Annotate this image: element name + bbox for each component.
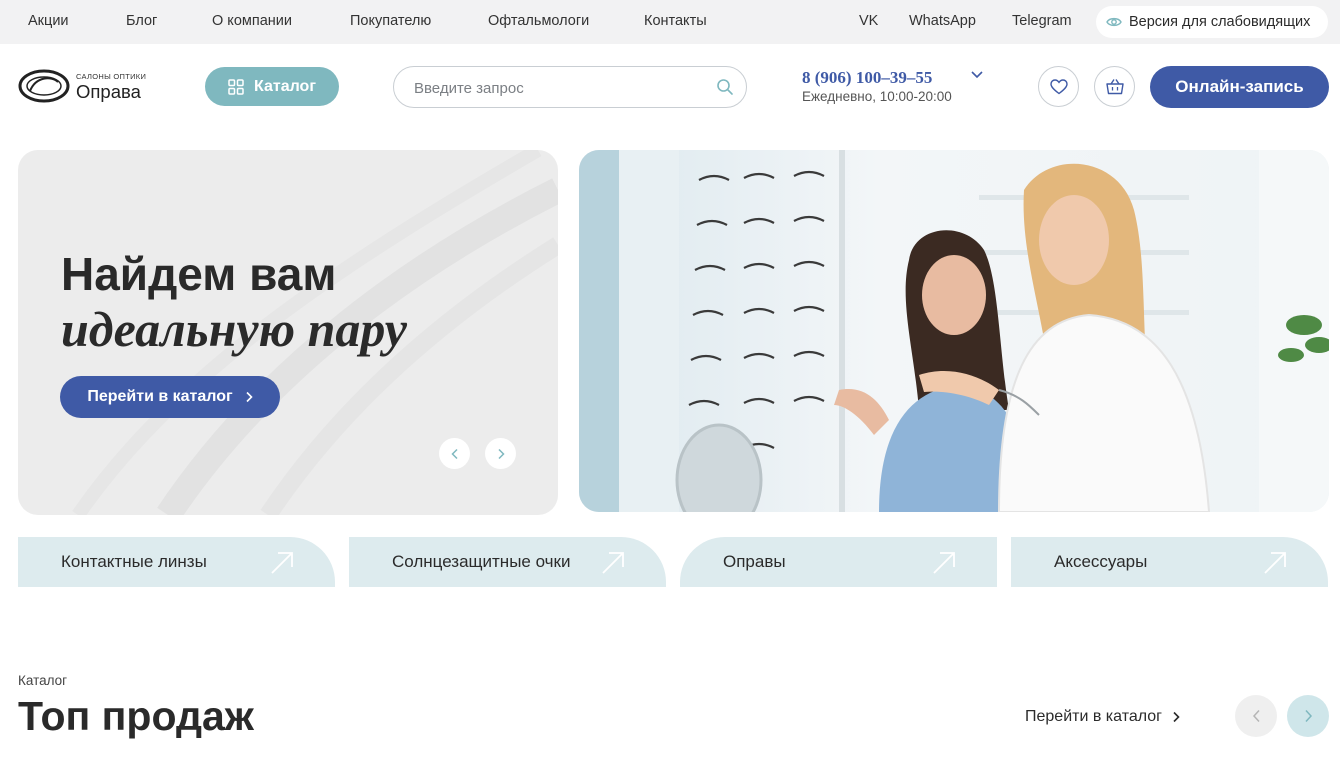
section-catalog-link-label: Перейти в каталог xyxy=(1025,708,1162,725)
hero-catalog-button-label: Перейти в каталог xyxy=(87,388,233,405)
carousel-next-button[interactable] xyxy=(1287,695,1329,737)
chevron-left-icon xyxy=(1252,709,1260,723)
nav-link-about[interactable]: О компании xyxy=(212,13,292,29)
nav-link-customers[interactable]: Покупателю xyxy=(350,13,431,29)
favorites-button[interactable] xyxy=(1038,66,1079,107)
arrow-up-right-icon xyxy=(271,552,293,574)
hero-photo xyxy=(579,150,1329,512)
top-bar: Акции Блог О компании Покупателю Офтальм… xyxy=(0,0,1340,44)
hero-next-button[interactable] xyxy=(485,438,516,469)
search-input[interactable] xyxy=(414,77,704,99)
category-label: Аксессуары xyxy=(1054,552,1148,571)
category-sunglasses[interactable]: Солнцезащитные очки xyxy=(349,537,666,587)
logo-emblem xyxy=(18,69,70,103)
cart-button[interactable] xyxy=(1094,66,1135,107)
category-label: Контактные линзы xyxy=(61,552,207,571)
arrow-up-right-icon xyxy=(1264,552,1286,574)
social-link-telegram[interactable]: Telegram xyxy=(1012,13,1072,29)
hero-title-italic: идеальную пару xyxy=(61,301,407,357)
basket-icon xyxy=(1105,79,1124,95)
chevron-right-icon xyxy=(497,448,505,459)
carousel-prev-button[interactable] xyxy=(1235,695,1277,737)
logo[interactable]: САЛОНЫ ОПТИКИ Оправа xyxy=(18,66,158,106)
category-label: Оправы xyxy=(723,552,786,571)
chevron-down-icon[interactable] xyxy=(970,70,984,80)
chevron-right-icon xyxy=(1304,709,1312,723)
arrow-up-right-icon xyxy=(602,552,624,574)
social-link-vk[interactable]: VK xyxy=(859,13,878,29)
arrow-up-right-icon xyxy=(933,552,955,574)
phone-number[interactable]: 8 (906) 100–39–55 xyxy=(802,68,932,88)
optician-photo xyxy=(579,150,1329,512)
grid-icon xyxy=(228,78,244,95)
hero-prev-button[interactable] xyxy=(439,438,470,469)
search-icon[interactable] xyxy=(716,78,734,96)
hero-banner: Найдем вам идеальную пару Перейти в ката… xyxy=(18,150,558,515)
logo-title: Оправа xyxy=(76,81,141,102)
eye-icon xyxy=(1106,17,1122,27)
section-label: Каталог xyxy=(18,673,68,688)
nav-link-ophthalmologists[interactable]: Офтальмологи xyxy=(488,13,589,29)
category-contact-lenses[interactable]: Контактные линзы xyxy=(18,537,335,587)
chevron-right-icon xyxy=(246,391,253,403)
category-accessories[interactable]: Аксессуары xyxy=(1011,537,1328,587)
heart-icon xyxy=(1049,78,1068,94)
nav-link-blog[interactable]: Блог xyxy=(126,13,157,29)
working-hours: Ежедневно, 10:00-20:00 xyxy=(802,89,952,104)
chevron-left-icon xyxy=(450,448,458,459)
category-frames[interactable]: Оправы xyxy=(680,537,997,587)
chevron-right-icon xyxy=(1173,711,1180,723)
logo-subtitle: САЛОНЫ ОПТИКИ xyxy=(76,72,147,81)
social-link-whatsapp[interactable]: WhatsApp xyxy=(909,13,976,29)
catalog-button[interactable]: Каталог xyxy=(205,67,339,106)
hero-catalog-button[interactable]: Перейти в каталог xyxy=(60,376,280,418)
low-vision-label: Версия для слабовидящих xyxy=(1129,14,1311,30)
catalog-button-label: Каталог xyxy=(254,77,316,95)
nav-link-promotions[interactable]: Акции xyxy=(28,13,69,29)
low-vision-button[interactable]: Версия для слабовидящих xyxy=(1096,6,1328,38)
category-label: Солнцезащитные очки xyxy=(392,552,571,571)
section-catalog-link[interactable]: Перейти в каталог xyxy=(1025,708,1180,726)
online-booking-button[interactable]: Онлайн-запись xyxy=(1150,66,1329,108)
hero-title: Найдем вам xyxy=(61,248,337,300)
section-title: Топ продаж xyxy=(18,693,254,739)
search-box xyxy=(393,66,747,108)
nav-link-contacts[interactable]: Контакты xyxy=(644,13,707,29)
